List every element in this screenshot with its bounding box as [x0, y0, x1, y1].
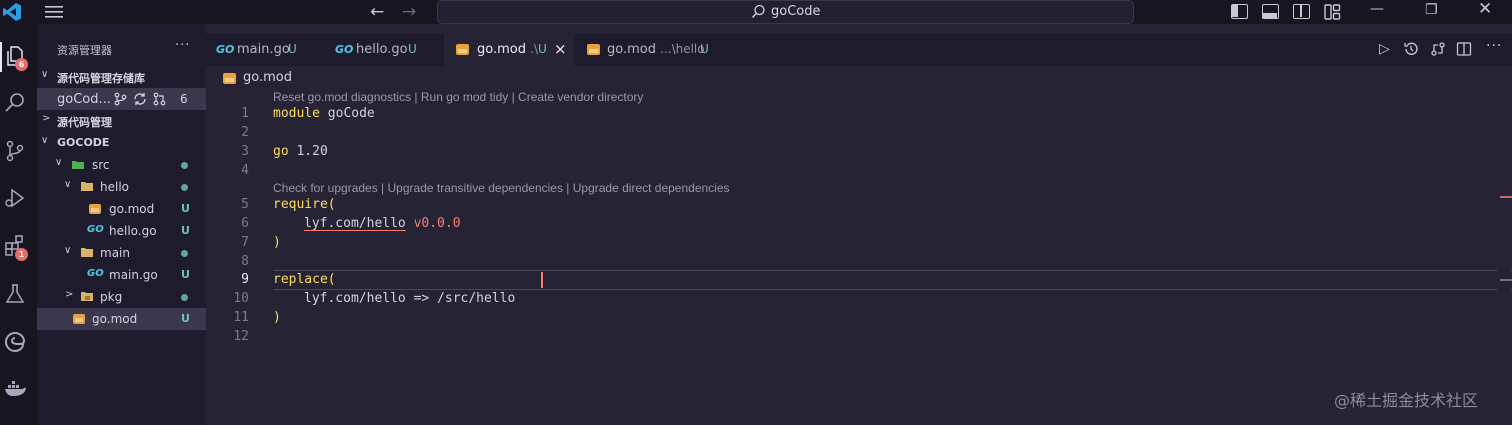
- code-line-3: go 1.20: [273, 144, 328, 159]
- tab-go-mod-hello[interactable]: go.mod ...\hello U: [574, 34, 736, 66]
- go-file-icon: GO: [87, 224, 104, 235]
- sync-icon[interactable]: [133, 92, 147, 106]
- section-scm-header[interactable]: > 源代码管理: [37, 110, 206, 132]
- run-debug-icon[interactable]: [3, 186, 27, 210]
- go-mod-file-icon: [587, 44, 600, 55]
- tree-file-go-mod-root[interactable]: go.mod U: [37, 308, 206, 330]
- watermark: @稀土掘金技术社区: [1334, 391, 1479, 410]
- workspace-header[interactable]: ∨ GOCODE: [37, 132, 206, 154]
- source-control-icon[interactable]: [3, 139, 27, 163]
- activity-bar: 6 1: [0, 24, 37, 425]
- tab-main-go[interactable]: GO main.go U: [206, 34, 325, 66]
- toggle-primary-sidebar-icon[interactable]: [1231, 4, 1248, 19]
- tree-file-hello-go[interactable]: GO hello.go U: [37, 220, 206, 242]
- go-file-icon: GO: [335, 43, 354, 56]
- split-editor-icon[interactable]: [1456, 41, 1472, 57]
- go-mod-file-icon: [456, 44, 469, 55]
- code-line-10: lyf.com/hello => /src/hello: [304, 291, 516, 306]
- overview-ruler-mark: [1500, 196, 1512, 198]
- folder-icon: [81, 182, 93, 191]
- menu-icon[interactable]: [44, 3, 64, 21]
- code-line-7: ): [273, 235, 281, 250]
- folder-src-icon: [72, 161, 84, 169]
- docker-icon[interactable]: [3, 376, 27, 400]
- history-icon[interactable]: [1403, 41, 1419, 57]
- chevron-down-icon: ∨: [41, 69, 49, 80]
- chevron-right-icon: >: [42, 113, 51, 124]
- go-mod-file-icon: [89, 204, 101, 214]
- go-mod-file-icon: [223, 72, 236, 84]
- close-tab-icon[interactable]: ×: [554, 40, 567, 58]
- editor-tab-bar: GO main.go U GO hello.go U go.mod .\ U ×…: [206, 34, 1512, 66]
- chevron-down-icon: ∨: [55, 157, 63, 168]
- chevron-down-icon: ∨: [64, 179, 72, 190]
- editor-scrollbar[interactable]: [1497, 90, 1511, 425]
- edge-browser-icon[interactable]: [3, 330, 27, 354]
- go-mod-file-icon: [73, 314, 85, 324]
- chevron-down-icon: ∨: [41, 135, 49, 146]
- chevron-down-icon: ∨: [64, 245, 72, 256]
- status-dot: [181, 250, 188, 257]
- current-line-highlight: [273, 270, 1512, 290]
- close-window-icon[interactable]: ✕: [1478, 0, 1492, 19]
- status-dot: [181, 294, 188, 301]
- code-line-1: module goCode: [273, 106, 375, 121]
- overview-ruler-cursor-mark: [1500, 279, 1512, 281]
- back-arrow-icon[interactable]: ←: [370, 2, 384, 22]
- codelens-mod-actions[interactable]: Reset go.mod diagnostics | Run go mod ti…: [273, 90, 643, 104]
- vscode-logo-icon: [3, 3, 21, 21]
- sidebar-title: 资源管理器: [57, 44, 112, 57]
- codelens-upgrade-actions[interactable]: Check for upgrades | Upgrade transitive …: [273, 181, 730, 195]
- status-dot: [181, 184, 188, 191]
- tree-file-main-go[interactable]: GO main.go U: [37, 264, 206, 286]
- go-file-icon: GO: [87, 268, 104, 279]
- toggle-panel-icon[interactable]: [1262, 4, 1279, 19]
- tree-folder-main[interactable]: ∨ main: [37, 242, 206, 264]
- changes-count: 6: [180, 92, 188, 106]
- title-bar: ← → goCode — ❐ ✕: [0, 0, 1512, 24]
- more-actions-icon[interactable]: ···: [175, 38, 190, 53]
- branch-icon[interactable]: [113, 92, 128, 106]
- folder-pkg-icon: [81, 292, 93, 301]
- extensions-badge: 1: [15, 248, 28, 261]
- folder-icon: [81, 248, 93, 257]
- toggle-secondary-sidebar-icon[interactable]: [1293, 4, 1310, 19]
- code-editor[interactable]: Reset go.mod diagnostics | Run go mod ti…: [206, 88, 1512, 425]
- customize-layout-icon[interactable]: [1324, 4, 1341, 20]
- status-dot: [181, 162, 188, 169]
- chevron-right-icon: >: [65, 289, 74, 300]
- pull-request-icon[interactable]: [152, 92, 167, 106]
- tree-folder-pkg[interactable]: > pkg: [37, 286, 206, 308]
- code-line-11: ): [273, 310, 281, 325]
- forward-arrow-icon[interactable]: →: [402, 2, 416, 22]
- code-line-6: lyf.com/hello v0.0.0: [304, 216, 461, 231]
- search-icon: [751, 4, 765, 18]
- minimize-icon[interactable]: —: [1370, 1, 1384, 17]
- repository-item[interactable]: goCod... 6: [37, 88, 206, 110]
- restore-icon[interactable]: ❐: [1425, 2, 1438, 18]
- breadcrumb[interactable]: go.mod: [222, 70, 292, 85]
- explorer-sidebar: 资源管理器 ··· ∨ 源代码管理存储库 goCod... 6 > 源代码管理 …: [37, 24, 206, 425]
- search-text: goCode: [771, 4, 821, 19]
- tree-file-go-mod-hello[interactable]: go.mod U: [37, 198, 206, 220]
- compare-changes-icon[interactable]: [1430, 41, 1446, 57]
- code-line-9: replace(: [273, 272, 336, 287]
- more-actions-icon[interactable]: ···: [1486, 38, 1502, 54]
- explorer-badge: 6: [15, 58, 28, 71]
- tree-folder-src[interactable]: ∨ src: [37, 154, 206, 176]
- search-icon[interactable]: [3, 91, 27, 115]
- run-icon[interactable]: ▷: [1379, 41, 1390, 57]
- active-indicator: [0, 42, 2, 72]
- tab-go-mod-root[interactable]: go.mod .\ U ×: [444, 34, 574, 66]
- testing-flask-icon[interactable]: [3, 282, 27, 306]
- code-line-5: require(: [273, 197, 336, 212]
- command-center-search[interactable]: goCode: [437, 0, 1134, 24]
- tree-folder-hello[interactable]: ∨ hello: [37, 176, 206, 198]
- text-cursor: [541, 272, 543, 288]
- tab-hello-go[interactable]: GO hello.go U: [325, 34, 444, 66]
- go-file-icon: GO: [216, 43, 235, 56]
- section-repositories-header[interactable]: ∨ 源代码管理存储库: [37, 66, 206, 88]
